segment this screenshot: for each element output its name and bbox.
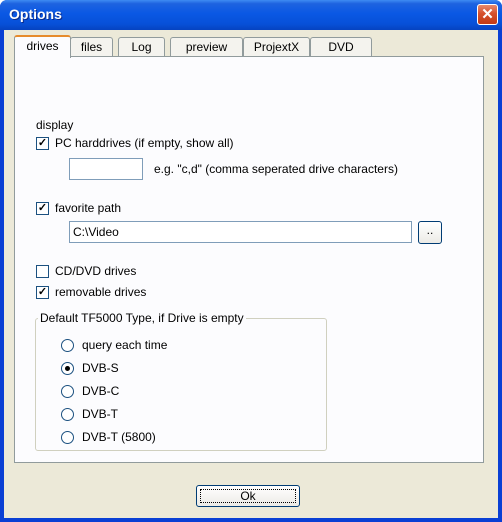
browse-button[interactable]: ..	[418, 221, 442, 244]
drive-characters-input[interactable]	[69, 158, 143, 180]
radio-dvb-s[interactable]	[61, 362, 74, 375]
tab-preview[interactable]: preview	[170, 37, 243, 57]
title-bar[interactable]: Options ✕	[0, 0, 502, 30]
tab-label: ProjextX	[253, 40, 300, 54]
favorite-path-input[interactable]: C:\Video	[69, 221, 412, 243]
display-heading: display	[36, 118, 74, 132]
window-title: Options	[9, 6, 62, 22]
ok-button[interactable]: Ok	[196, 485, 300, 507]
radio-label-dvb-t: DVB-T	[82, 407, 118, 421]
drive-characters-hint: e.g. "c,d" (comma seperated drive charac…	[154, 162, 398, 176]
options-window: Options ✕ drives files Log preview Proje…	[0, 0, 502, 522]
radio-label-query-each-time: query each time	[82, 338, 168, 352]
tab-label: files	[80, 40, 103, 54]
close-button[interactable]: ✕	[477, 4, 498, 25]
tab-label: drives	[26, 39, 59, 53]
tab-label: preview	[185, 40, 228, 54]
pc-harddrives-checkbox[interactable]: ✓	[36, 137, 49, 150]
radio-query-each-time[interactable]	[61, 339, 74, 352]
favorite-path-label: favorite path	[55, 201, 122, 215]
default-type-groupbox	[35, 318, 327, 451]
checkmark-icon: ✓	[37, 202, 48, 214]
checkmark-icon: ✓	[37, 137, 48, 149]
tab-projectx[interactable]: ProjextX	[243, 37, 310, 57]
radio-label-dvb-t-5800: DVB-T (5800)	[82, 430, 156, 444]
cd-dvd-drives-label: CD/DVD drives	[55, 264, 137, 278]
tab-label: DVD	[328, 40, 354, 54]
default-type-title: Default TF5000 Type, if Drive is empty	[38, 311, 246, 325]
radio-dvb-c[interactable]	[61, 385, 74, 398]
close-icon: ✕	[481, 6, 494, 23]
radio-dvb-t[interactable]	[61, 408, 74, 421]
removable-drives-checkbox[interactable]: ✓	[36, 286, 49, 299]
tab-files[interactable]: files	[70, 37, 113, 57]
removable-drives-label: removable drives	[55, 285, 147, 299]
radio-label-dvb-c: DVB-C	[82, 384, 120, 398]
radio-dvb-t-5800[interactable]	[61, 431, 74, 444]
tab-drives[interactable]: drives	[14, 35, 71, 58]
pc-harddrives-label: PC harddrives (if empty, show all)	[55, 136, 234, 150]
checkmark-icon: ✓	[37, 286, 48, 298]
tab-log[interactable]: Log	[118, 37, 165, 57]
favorite-path-checkbox[interactable]: ✓	[36, 202, 49, 215]
ok-button-label: Ok	[240, 489, 256, 503]
cd-dvd-drives-checkbox[interactable]	[36, 265, 49, 278]
radio-label-dvb-s: DVB-S	[82, 361, 119, 375]
tab-label: Log	[131, 40, 152, 54]
tab-dvd[interactable]: DVD	[310, 37, 372, 57]
radio-selected-dot	[65, 366, 70, 371]
